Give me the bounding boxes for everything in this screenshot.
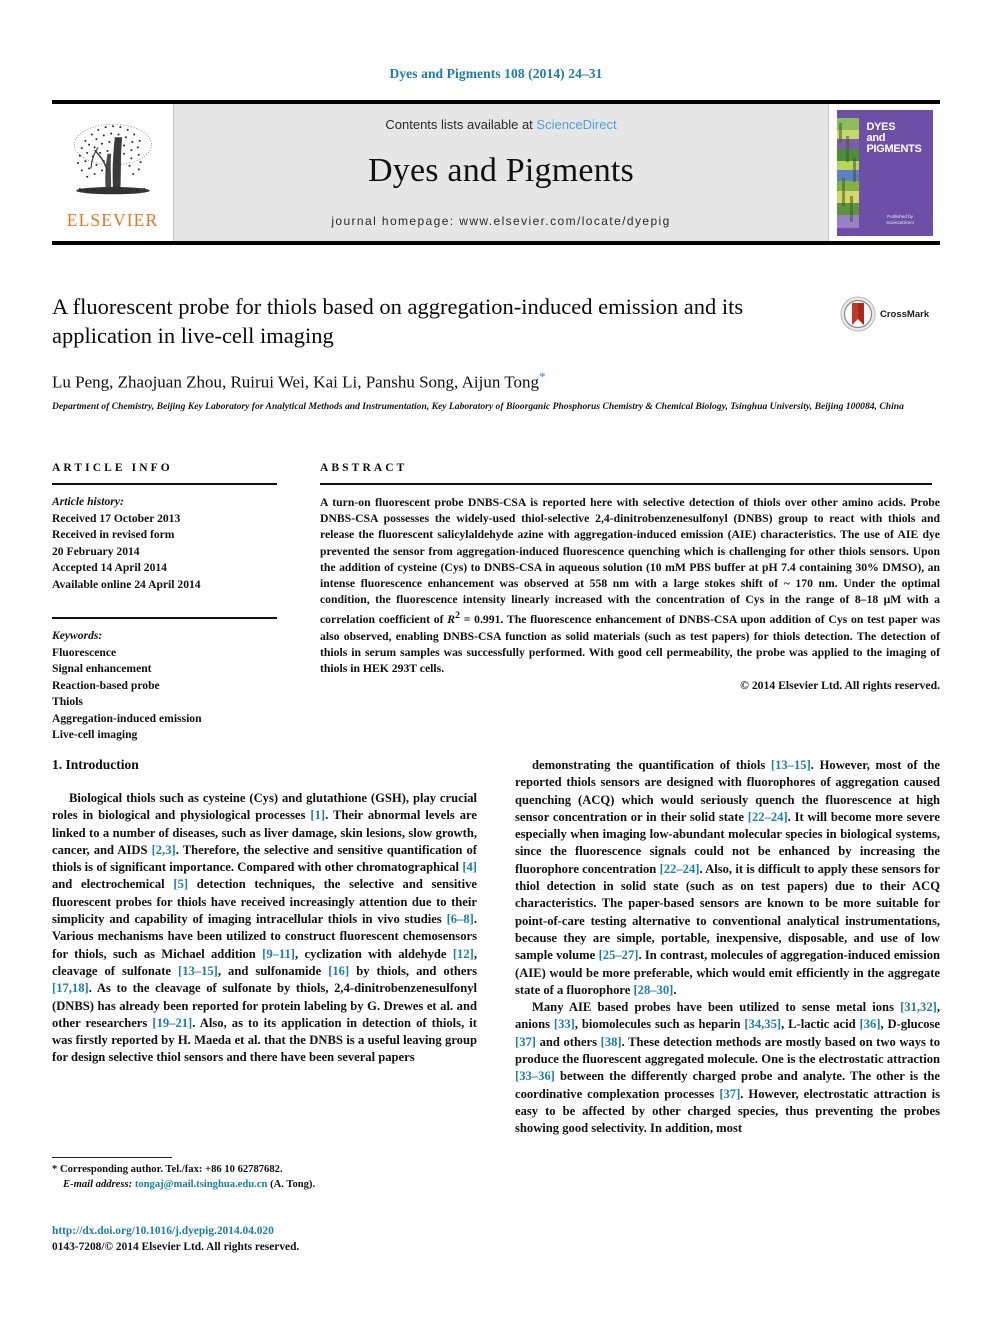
citation-ref[interactable]: [13–15] (178, 964, 218, 978)
section-title-introduction: 1. Introduction (52, 757, 139, 772)
doi-link[interactable]: http://dx.doi.org/10.1016/j.dyepig.2014.… (52, 1223, 477, 1239)
article-history-label: Article history: (52, 495, 124, 508)
masthead-center: Contents lists available at ScienceDirec… (174, 104, 828, 241)
email-link[interactable]: tongaj@mail.tsinghua.edu.cn (135, 1179, 268, 1190)
title-block: A fluorescent probe for thiols based on … (52, 292, 940, 414)
article-info-column: ARTICLE INFO Article history: Received 1… (52, 462, 307, 744)
running-head: Dyes and Pigments 108 (2014) 24–31 (389, 66, 603, 81)
cover-title-line2: and (866, 131, 886, 144)
keyword-item: Thiols (52, 695, 83, 708)
keyword-item: Live-cell imaging (52, 728, 138, 741)
journal-title: Dyes and Pigments (368, 152, 634, 189)
history-item: Available online 24 April 2014 (52, 577, 201, 591)
affiliation: Department of Chemistry, Beijing Key Lab… (52, 400, 904, 412)
corresponding-author-marker: * (538, 369, 546, 384)
contents-prefix: Contents lists available at (385, 117, 537, 132)
keyword-item: Reaction-based probe (52, 678, 160, 692)
journal-masthead: ELSEVIER Contents lists available at Sci… (52, 100, 940, 245)
email-label: E-mail address: (63, 1178, 133, 1190)
author-names: Lu Peng, Zhaojuan Zhou, Ruirui Wei, Kai … (52, 372, 539, 392)
citation-ref[interactable]: [4] (462, 860, 477, 874)
citation-ref[interactable]: [19–21] (152, 1016, 192, 1030)
citation-ref[interactable]: [1] (310, 808, 325, 822)
keyword-item: Fluorescence (52, 645, 117, 659)
cover-image: DYES and PIGMENTS Published by ScienceDir… (836, 109, 933, 236)
journal-homepage-link[interactable]: journal homepage: www.elsevier.com/locat… (331, 214, 670, 228)
paragraph: Many AIE based probes have been utilized… (515, 1000, 941, 1136)
body-column-left: 1. Introduction Biological thiols such a… (52, 757, 477, 1138)
keyword-item: Aggregation-induced emission (52, 711, 202, 725)
corresponding-author-note: * Corresponding author. Tel./fax: +86 10… (52, 1164, 283, 1175)
citation-ref[interactable]: [9–11] (262, 947, 295, 961)
footnote-rule (52, 1157, 172, 1158)
citation-ref[interactable]: [34,35] (744, 1017, 781, 1031)
keyword-item: Signal enhancement (52, 662, 152, 675)
citation-ref[interactable]: [33] (554, 1017, 575, 1031)
abstract-rule (320, 483, 932, 485)
history-item: Received in revised form (52, 528, 175, 541)
cover-title-line1: DYES (866, 120, 896, 133)
citation-ref[interactable]: [6–8] (447, 912, 474, 926)
citation-ref[interactable]: [38] (601, 1035, 622, 1049)
article-info-heading: ARTICLE INFO (52, 462, 173, 474)
email-suffix: (A. Tong). (270, 1178, 316, 1190)
info-abstract-row: ARTICLE INFO Article history: Received 1… (52, 462, 940, 744)
crossmark-badge[interactable]: CrossMark (840, 294, 940, 334)
cover-publisher-note: Published by ScienceDirect (886, 213, 914, 225)
keywords-rule (52, 617, 277, 619)
article-info-rule (52, 483, 277, 485)
body-columns: 1. Introduction Biological thiols such a… (52, 757, 940, 1138)
citation-ref[interactable]: [31,32] (900, 1000, 937, 1014)
email-note: E-mail address: tongaj@mail.tsinghua.edu… (52, 1178, 477, 1193)
citation-ref[interactable]: [2,3] (152, 843, 176, 857)
citation-ref[interactable]: [13–15] (771, 758, 811, 772)
citation-ref[interactable]: [16] (328, 964, 349, 978)
citation-ref[interactable]: [12] (453, 947, 474, 961)
citation-ref[interactable]: [37] (515, 1035, 536, 1049)
citation-ref[interactable]: [22–24] (748, 810, 788, 824)
history-item: Received 17 October 2013 (52, 511, 181, 525)
abstract-copyright: © 2014 Elsevier Ltd. All rights reserved… (740, 679, 940, 693)
history-item: Accepted 14 April 2014 (52, 561, 167, 574)
history-item: 20 February 2014 (52, 544, 140, 558)
journal-article-page: Dyes and Pigments 108 (2014) 24–31 ELSEV… (0, 0, 992, 1323)
paragraph: Biological thiols such as cysteine (Cys)… (52, 791, 477, 1065)
paragraph: demonstrating the quantification of thio… (515, 758, 940, 997)
elsevier-tree-icon (73, 124, 152, 195)
citation-ref[interactable]: [36] (860, 1017, 881, 1031)
elsevier-wordmark: ELSEVIER (66, 210, 159, 230)
citation-ref[interactable]: [5] (173, 877, 188, 891)
journal-cover-thumbnail: DYES and PIGMENTS Published by ScienceDir… (828, 104, 940, 241)
footnote-block: * Corresponding author. Tel./fax: +86 10… (52, 1157, 477, 1192)
issn-copyright: 0143-7208/© 2014 Elsevier Ltd. All right… (52, 1241, 300, 1253)
citation-ref[interactable]: [28–30] (633, 983, 673, 997)
citation-ref[interactable]: [37] (719, 1087, 740, 1101)
keywords-label: Keywords: (52, 629, 103, 642)
contents-available-line: Contents lists available at ScienceDirec… (385, 117, 616, 132)
citation-ref[interactable]: [22–24] (660, 862, 700, 876)
sciencedirect-link[interactable]: ScienceDirect (536, 117, 616, 132)
cover-journal-title: DYES and PIGMENTS (866, 120, 922, 155)
crossmark-label: CrossMark (880, 308, 930, 320)
abstract-text: A turn-on fluorescent probe DNBS-CSA is … (320, 496, 940, 675)
abstract-heading: ABSTRACT (320, 462, 408, 474)
author-list: Lu Peng, Zhaojuan Zhou, Ruirui Wei, Kai … (52, 369, 940, 393)
crossmark-icon (840, 296, 876, 332)
body-column-right: demonstrating the quantification of thio… (515, 757, 940, 1138)
page-title: A fluorescent probe for thiols based on … (52, 294, 744, 348)
cover-title-line3: PIGMENTS (866, 142, 922, 155)
elsevier-logo: ELSEVIER (52, 104, 174, 241)
abstract-column: ABSTRACT A turn-on fluorescent probe DNB… (307, 462, 940, 744)
citation-ref[interactable]: [17,18] (52, 981, 89, 995)
footer-block: http://dx.doi.org/10.1016/j.dyepig.2014.… (52, 1223, 477, 1255)
cover-art-strip-icon (836, 117, 859, 228)
citation-ref[interactable]: [25–27] (599, 948, 639, 962)
citation-ref[interactable]: [33–36] (515, 1069, 555, 1083)
